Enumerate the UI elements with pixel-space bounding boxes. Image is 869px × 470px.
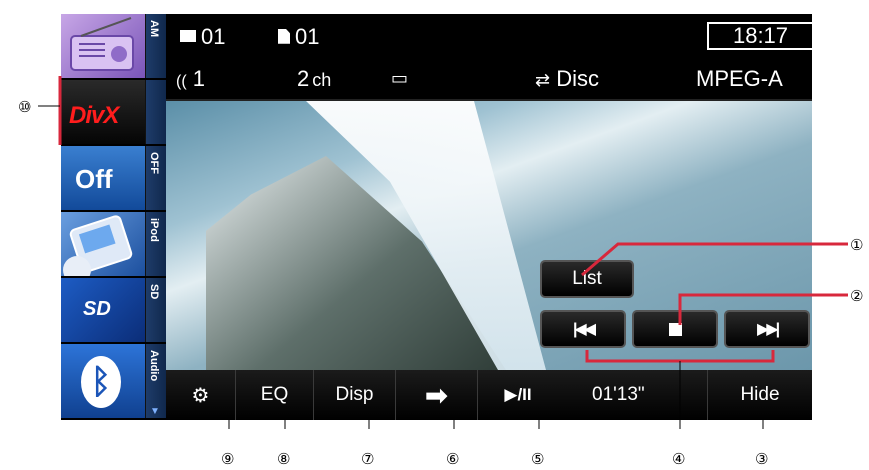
callout-7: ⑦ xyxy=(361,451,375,468)
bottom-control-bar: ⚙ EQ Disp ➡ ▶/II 01'13" Hide xyxy=(166,370,812,420)
ipod-icon xyxy=(61,212,145,276)
folder-number: 01 xyxy=(180,24,225,50)
off-label: Off xyxy=(75,164,113,194)
divx-logo: DivX xyxy=(61,80,145,144)
repeat-mode-indicator: ⇄ Disc xyxy=(535,66,599,92)
callout-2: ② xyxy=(850,288,864,305)
play-pause-icon: ▶/II xyxy=(504,385,532,404)
source-ipod-button[interactable]: iPod xyxy=(61,212,166,278)
disp-button[interactable]: Disp xyxy=(314,370,396,420)
skip-back-icon: |◀◀ xyxy=(572,321,596,338)
channel-indicator: 2 ch xyxy=(297,66,332,91)
source-tag-ipod: iPod xyxy=(148,218,160,242)
callout-4: ④ xyxy=(672,451,686,468)
bluetooth-icon: ᛒ xyxy=(81,356,121,408)
radio-icon xyxy=(61,14,145,78)
folder-icon xyxy=(180,30,196,43)
source-bluetooth-audio-button[interactable]: ᛒ Audio ▼ xyxy=(61,344,166,420)
eq-button[interactable]: EQ xyxy=(236,370,314,420)
audio-track-indicator: (( 1 xyxy=(176,66,205,92)
elapsed-time: 01'13" xyxy=(558,370,708,420)
repeat-mode-label: Disc xyxy=(556,66,599,91)
source-sd-button[interactable]: SD SD xyxy=(61,278,166,344)
video-playback-area[interactable]: List |◀◀ ▶▶| xyxy=(166,101,812,370)
callout-8: ⑧ xyxy=(277,451,291,468)
source-off-button[interactable]: Off OFF xyxy=(61,146,166,212)
source-bar: AM DivX Off OFF iPod SD SD ᛒ Audio ▼ xyxy=(61,14,166,420)
audio-track-icon: (( xyxy=(176,73,187,90)
file-icon xyxy=(278,28,290,44)
format-label: MPEG-A xyxy=(696,66,783,91)
skip-forward-icon: ▶▶| xyxy=(756,321,780,338)
source-divx-button[interactable]: DivX xyxy=(61,80,166,146)
scroll-down-icon[interactable]: ▼ xyxy=(145,406,165,418)
settings-button[interactable]: ⚙ xyxy=(166,370,236,420)
source-tag-off: OFF xyxy=(148,152,160,174)
gear-icon: ⚙ xyxy=(191,384,210,407)
stop-icon xyxy=(668,322,682,336)
sd-label: SD xyxy=(83,298,111,320)
repeat-icon: ⇄ xyxy=(535,70,551,90)
callout-3: ③ xyxy=(755,451,769,468)
previous-track-button[interactable]: |◀◀ xyxy=(540,310,626,348)
sd-card-icon: SD xyxy=(61,278,145,342)
play-pause-button[interactable]: ▶/II xyxy=(478,370,558,420)
divx-playback-screen: AM DivX Off OFF iPod SD SD ᛒ Audio ▼ 01 … xyxy=(61,14,812,420)
list-button[interactable]: List xyxy=(540,260,634,298)
source-tag-am: AM xyxy=(148,20,160,38)
callout-5: ⑤ xyxy=(531,451,545,468)
divx-label: DivX xyxy=(69,102,119,129)
stop-button[interactable] xyxy=(632,310,718,348)
source-tag-audio: Audio xyxy=(148,350,160,382)
callout-9: ⑨ xyxy=(221,451,235,468)
subtitle-icon: ▭ xyxy=(391,68,409,88)
callout-1: ① xyxy=(850,237,864,254)
source-am-button[interactable]: AM xyxy=(61,14,166,80)
arrow-right-icon: ➡ xyxy=(424,379,449,411)
hide-button[interactable]: Hide xyxy=(708,370,812,420)
callout-10: ⑩ xyxy=(18,99,32,116)
callout-6: ⑥ xyxy=(446,451,460,468)
source-tag-sd: SD xyxy=(148,284,160,300)
clock: 18:17 xyxy=(707,22,812,50)
next-track-button[interactable]: ▶▶| xyxy=(724,310,810,348)
file-number: 01 xyxy=(278,24,319,50)
repeat-button[interactable]: ➡ xyxy=(396,370,478,420)
status-bar-bottom: (( 1 2 ch ▭ ⇄ Disc MPEG-A xyxy=(166,58,812,101)
audio-track-number: 1 xyxy=(192,66,206,91)
status-bar-top: 01 01 18:17 xyxy=(166,14,812,58)
